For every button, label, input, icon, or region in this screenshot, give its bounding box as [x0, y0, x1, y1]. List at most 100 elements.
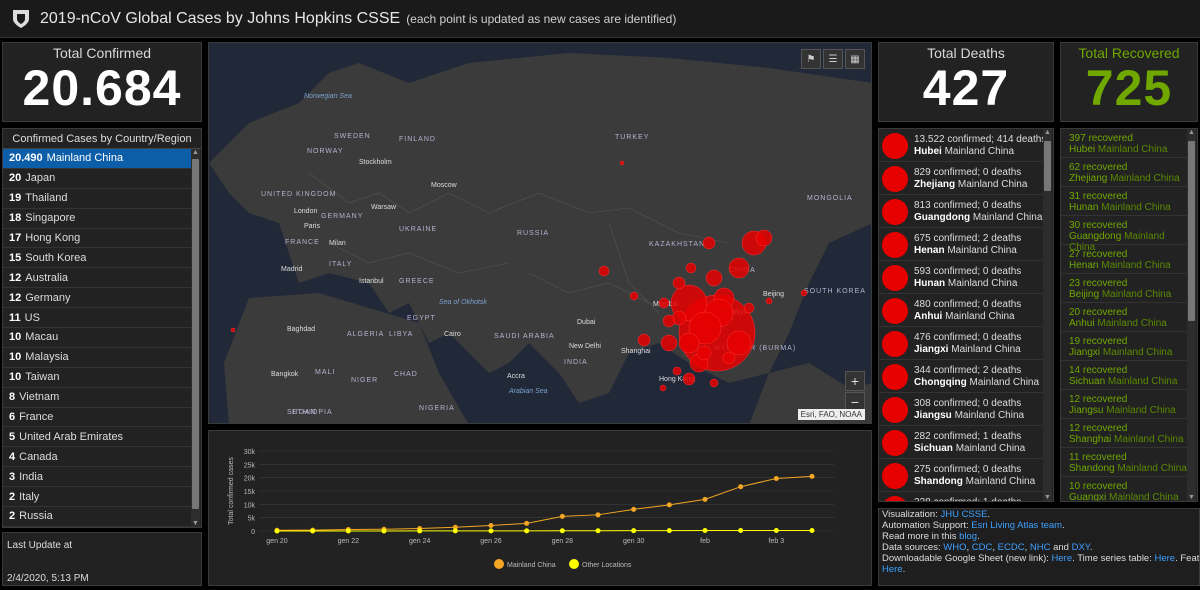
case-location-dot[interactable]: [629, 291, 639, 301]
recovered-list-item[interactable]: 62 recovered Zhejiang Mainland China: [1061, 158, 1187, 187]
blog-link[interactable]: blog: [959, 531, 977, 542]
case-location-dot[interactable]: [637, 333, 651, 347]
scrollbar-thumb[interactable]: [1188, 141, 1195, 321]
data-point[interactable]: [488, 528, 494, 534]
source-link-dxy[interactable]: DXY: [1072, 542, 1090, 553]
case-location-dot[interactable]: [658, 297, 670, 309]
case-dots-layer[interactable]: [209, 43, 872, 424]
country-list-item[interactable]: 18 Singapore: [3, 209, 191, 229]
case-location-dot[interactable]: [230, 327, 236, 333]
case-location-dot[interactable]: [755, 229, 773, 247]
scroll-down-arrow-icon[interactable]: ▼: [1187, 494, 1196, 501]
recovered-list-item[interactable]: 23 recovered Beijing Mainland China: [1061, 274, 1187, 303]
deaths-list-item[interactable]: 308 confirmed; 0 deaths Jiangsu Mainland …: [879, 393, 1043, 426]
data-point[interactable]: [631, 528, 637, 534]
country-list-item[interactable]: 3 India: [3, 467, 191, 488]
data-point[interactable]: [595, 512, 601, 518]
country-list-item[interactable]: 2 Russia: [3, 507, 191, 527]
country-list-item[interactable]: 12 Australia: [3, 268, 191, 289]
data-point[interactable]: [773, 528, 779, 534]
data-point[interactable]: [381, 528, 387, 534]
data-point[interactable]: [345, 528, 351, 534]
recovered-list-item[interactable]: 12 recovered Shanghai Mainland China: [1061, 419, 1187, 448]
time-series-link[interactable]: Here: [1155, 553, 1176, 564]
recovered-list-item[interactable]: 10 recovered Guangxi Mainland China: [1061, 477, 1187, 501]
case-location-dot[interactable]: [765, 297, 773, 305]
country-list-item[interactable]: 17 Hong Kong: [3, 229, 191, 249]
data-point[interactable]: [738, 528, 744, 534]
scroll-up-arrow-icon[interactable]: ▲: [1043, 129, 1052, 136]
deaths-list-item[interactable]: 282 confirmed; 1 deaths Sichuan Mainland …: [879, 426, 1043, 459]
recovered-list-item[interactable]: 31 recovered Hunan Mainland China: [1061, 187, 1187, 216]
scrollbar-thumb[interactable]: [1044, 141, 1051, 191]
world-map[interactable]: Norwegian Sea SWEDEN FINLAND NORWAY Stockhol…: [208, 42, 872, 424]
country-list-item[interactable]: 8 Vietnam: [3, 388, 191, 408]
case-location-dot[interactable]: [709, 378, 719, 388]
data-point[interactable]: [631, 506, 637, 512]
data-point[interactable]: [702, 528, 708, 534]
scroll-down-arrow-icon[interactable]: ▼: [1043, 494, 1052, 501]
deaths-list-item[interactable]: 228 confirmed; 1 deaths: [879, 492, 1043, 501]
data-point[interactable]: [595, 528, 601, 534]
data-point[interactable]: [524, 520, 530, 526]
country-list-item[interactable]: 20.490 Mainland China: [3, 149, 191, 169]
country-list-item[interactable]: 2 Italy: [3, 487, 191, 508]
case-location-dot[interactable]: [660, 334, 678, 352]
case-location-dot[interactable]: [743, 302, 755, 314]
country-list-item[interactable]: 10 Malaysia: [3, 348, 191, 368]
data-point[interactable]: [738, 484, 744, 490]
deaths-list-scrollbar[interactable]: ▲ ▼: [1043, 129, 1052, 501]
deaths-list-item[interactable]: 593 confirmed; 0 deaths Hunan Mainland Ch…: [879, 261, 1043, 294]
country-list-item[interactable]: 12 Germany: [3, 288, 191, 309]
zoom-in-button[interactable]: +: [845, 371, 865, 391]
data-point[interactable]: [773, 475, 779, 481]
country-list-item[interactable]: 19 Thailand: [3, 189, 191, 209]
recovered-list-item[interactable]: 12 recovered Jiangsu Mainland China: [1061, 390, 1187, 419]
google-sheet-link[interactable]: Here: [1052, 553, 1073, 564]
country-list-item[interactable]: 6 France: [3, 408, 191, 428]
deaths-list-item[interactable]: 675 confirmed; 2 deaths Henan Mainland Ch…: [879, 228, 1043, 261]
country-list-item[interactable]: 20 Japan: [3, 169, 191, 189]
data-point[interactable]: [559, 528, 565, 534]
scroll-up-arrow-icon[interactable]: ▲: [1187, 129, 1196, 136]
deaths-list-item[interactable]: 13.522 confirmed; 414 deaths Hubei Mainla…: [879, 129, 1046, 162]
deaths-list-item[interactable]: 476 confirmed; 0 deaths Jiangxi Mainland …: [879, 327, 1043, 360]
case-location-dot[interactable]: [800, 289, 808, 297]
case-location-dot[interactable]: [672, 276, 686, 290]
data-point[interactable]: [524, 528, 530, 534]
source-link-cdc[interactable]: CDC: [972, 542, 993, 553]
recovered-list-item[interactable]: 11 recovered Shandong Mainland China: [1061, 448, 1187, 477]
case-location-dot[interactable]: [682, 372, 696, 386]
source-link-ecdc[interactable]: ECDC: [998, 542, 1025, 553]
data-point[interactable]: [666, 502, 672, 508]
data-point[interactable]: [452, 528, 458, 534]
recovered-list-item[interactable]: 19 recovered Jiangxi Mainland China: [1061, 332, 1187, 361]
case-location-dot[interactable]: [728, 257, 750, 279]
feature-layer-link[interactable]: Here: [882, 564, 903, 575]
deaths-list-item[interactable]: 480 confirmed; 0 deaths Anhui Mainland Ch…: [879, 294, 1043, 327]
data-point[interactable]: [702, 496, 708, 502]
source-link-who[interactable]: WHO: [943, 542, 966, 553]
deaths-list-item[interactable]: 275 confirmed; 0 deaths Shandong Mainland…: [879, 459, 1043, 492]
scroll-down-arrow-icon[interactable]: ▼: [191, 520, 200, 527]
scroll-up-arrow-icon[interactable]: ▲: [191, 149, 200, 156]
data-point[interactable]: [666, 528, 672, 534]
legend-list-icon[interactable]: ☰: [823, 49, 843, 69]
case-location-dot[interactable]: [678, 332, 700, 354]
case-location-dot[interactable]: [705, 269, 723, 287]
case-location-dot[interactable]: [722, 351, 736, 365]
country-list-item[interactable]: 10 Macau: [3, 328, 191, 348]
case-location-dot[interactable]: [672, 366, 682, 376]
recovered-list-item[interactable]: 30 recovered Guangdong Mainland China: [1061, 216, 1187, 253]
scrollbar-thumb[interactable]: [192, 159, 199, 509]
data-point[interactable]: [310, 528, 316, 534]
case-location-dot[interactable]: [726, 330, 752, 356]
recovered-list-item[interactable]: 27 recovered Henan Mainland China: [1061, 245, 1187, 274]
data-point[interactable]: [809, 527, 815, 533]
case-location-dot[interactable]: [619, 160, 625, 166]
basemap-gallery-icon[interactable]: ▦: [845, 49, 865, 69]
data-point[interactable]: [274, 528, 280, 534]
bookmark-icon[interactable]: ⚑: [801, 49, 821, 69]
case-location-dot[interactable]: [696, 345, 712, 361]
jhu-csse-link[interactable]: JHU CSSE: [940, 509, 987, 520]
